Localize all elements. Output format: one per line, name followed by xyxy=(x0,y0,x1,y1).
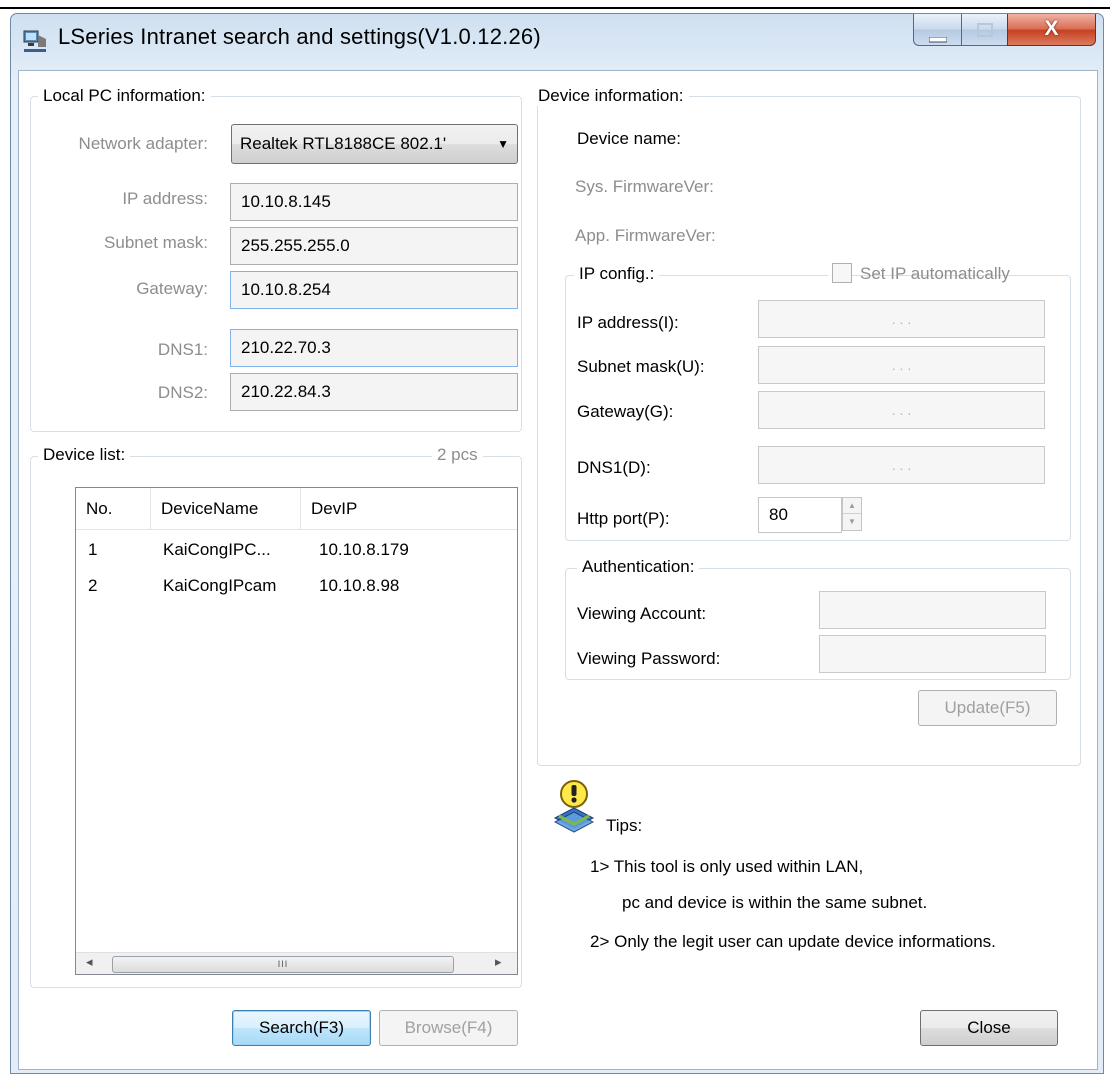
dev-gateway-label: Gateway(G): xyxy=(577,402,674,421)
auto-ip-option[interactable]: Set IP automatically xyxy=(828,262,1010,288)
http-port-field[interactable]: 80 xyxy=(758,497,842,533)
subnet-mask-label: Subnet mask: xyxy=(104,233,208,252)
device-list-view[interactable]: No. DeviceName DevIP 1 KaiCongIPC... 10.… xyxy=(75,487,518,975)
app-icon xyxy=(23,30,46,52)
maximize-button[interactable] xyxy=(961,14,1008,46)
dev-dns1-label: DNS1(D): xyxy=(577,458,651,477)
auto-ip-checkbox[interactable] xyxy=(832,263,852,283)
tip-line-2: pc and device is within the same subnet. xyxy=(622,893,928,912)
local-pc-legend: Local PC information: xyxy=(38,86,211,106)
ip-dots: . . . xyxy=(891,311,912,327)
column-devip[interactable]: DevIP xyxy=(301,488,517,530)
tip-line-3: 2> Only the legit user can update device… xyxy=(590,932,996,951)
network-adapter-label: Network adapter: xyxy=(78,134,208,153)
row-device-name: KaiCongIPcam xyxy=(163,576,277,595)
row-device-ip: 10.10.8.98 xyxy=(319,576,400,595)
tip-line-1: 1> This tool is only used within LAN, xyxy=(590,857,864,876)
search-button[interactable]: Search(F3) xyxy=(232,1010,371,1046)
dns1-field[interactable]: 210.22.70.3 xyxy=(230,329,518,367)
sys-firmware-label: Sys. FirmwareVer: xyxy=(575,177,714,196)
network-adapter-value: Realtek RTL8188CE 802.1' xyxy=(240,134,447,153)
ip-address-label: IP address: xyxy=(122,189,208,208)
viewing-password-label: Viewing Password: xyxy=(577,649,721,668)
http-port-label: Http port(P): xyxy=(577,509,670,528)
device-list-header: No. DeviceName DevIP xyxy=(76,488,517,530)
ip-config-legend: IP config.: xyxy=(574,264,660,284)
scroll-left-arrow-icon[interactable]: ◂ xyxy=(86,954,93,970)
device-info-legend: Device information: xyxy=(533,86,689,106)
row-device-name: KaiCongIPC... xyxy=(163,540,271,559)
dns1-label: DNS1: xyxy=(157,340,208,359)
column-no[interactable]: No. xyxy=(76,488,151,530)
tips-label: Tips: xyxy=(606,816,643,835)
device-list-legend: Device list: xyxy=(38,445,131,465)
table-row[interactable]: 1 KaiCongIPC... 10.10.8.179 xyxy=(76,540,517,566)
window-title: LSeries Intranet search and settings(V1.… xyxy=(58,24,541,49)
top-border-line xyxy=(0,7,1110,9)
scroll-right-arrow-icon[interactable]: ▸ xyxy=(495,954,502,970)
update-button[interactable]: Update(F5) xyxy=(918,690,1057,726)
stepper-down-icon[interactable]: ▼ xyxy=(843,514,861,530)
close-icon: X xyxy=(1044,17,1059,40)
dev-subnet-mask-field[interactable]: . . . xyxy=(758,346,1045,384)
gateway-field[interactable]: 10.10.8.254 xyxy=(230,271,518,309)
row-no: 1 xyxy=(88,540,98,559)
column-devicename[interactable]: DeviceName xyxy=(151,488,301,530)
scroll-grip: III xyxy=(277,959,289,969)
app-firmware-label: App. FirmwareVer: xyxy=(575,226,716,245)
ip-address-field[interactable]: 10.10.8.145 xyxy=(230,183,518,221)
network-adapter-select[interactable]: Realtek RTL8188CE 802.1' ▼ xyxy=(231,124,518,164)
subnet-mask-field[interactable]: 255.255.255.0 xyxy=(230,227,518,265)
minimize-icon xyxy=(914,28,961,48)
dev-ip-address-field[interactable]: . . . xyxy=(758,300,1045,338)
maximize-icon xyxy=(962,22,1007,42)
dns2-field[interactable]: 210.22.84.3 xyxy=(230,373,518,411)
dev-subnet-mask-label: Subnet mask(U): xyxy=(577,357,705,376)
close-button[interactable]: Close xyxy=(920,1010,1058,1046)
ip-dots: . . . xyxy=(891,457,912,473)
viewing-password-field[interactable] xyxy=(819,635,1046,673)
device-count: 2 pcs xyxy=(432,445,483,465)
device-name-label: Device name: xyxy=(577,129,681,148)
table-row[interactable]: 2 KaiCongIPcam 10.10.8.98 xyxy=(76,576,517,602)
stepper-up-icon[interactable]: ▲ xyxy=(843,498,861,514)
minimize-button[interactable] xyxy=(913,14,962,46)
horizontal-scrollbar[interactable]: ◂ III ▸ xyxy=(76,952,517,974)
auto-ip-label: Set IP automatically xyxy=(860,264,1010,283)
dev-ip-address-label: IP address(I): xyxy=(577,313,679,332)
dev-dns1-field[interactable]: . . . xyxy=(758,446,1045,484)
ip-dots: . . . xyxy=(891,402,912,418)
viewing-account-label: Viewing Account: xyxy=(577,604,707,623)
close-window-button[interactable]: X xyxy=(1007,14,1096,46)
dev-gateway-field[interactable]: . . . xyxy=(758,391,1045,429)
ip-dots: . . . xyxy=(891,357,912,373)
dns2-label: DNS2: xyxy=(157,383,208,402)
http-port-stepper[interactable]: ▲ ▼ xyxy=(842,497,862,531)
authentication-legend: Authentication: xyxy=(577,557,700,577)
warning-tips-icon xyxy=(553,780,595,833)
chevron-down-icon: ▼ xyxy=(497,137,509,151)
row-no: 2 xyxy=(88,576,98,595)
browse-button[interactable]: Browse(F4) xyxy=(379,1010,518,1046)
viewing-account-field[interactable] xyxy=(819,591,1046,629)
gateway-label: Gateway: xyxy=(136,279,208,298)
row-device-ip: 10.10.8.179 xyxy=(319,540,409,559)
scroll-thumb[interactable]: III xyxy=(112,956,454,973)
